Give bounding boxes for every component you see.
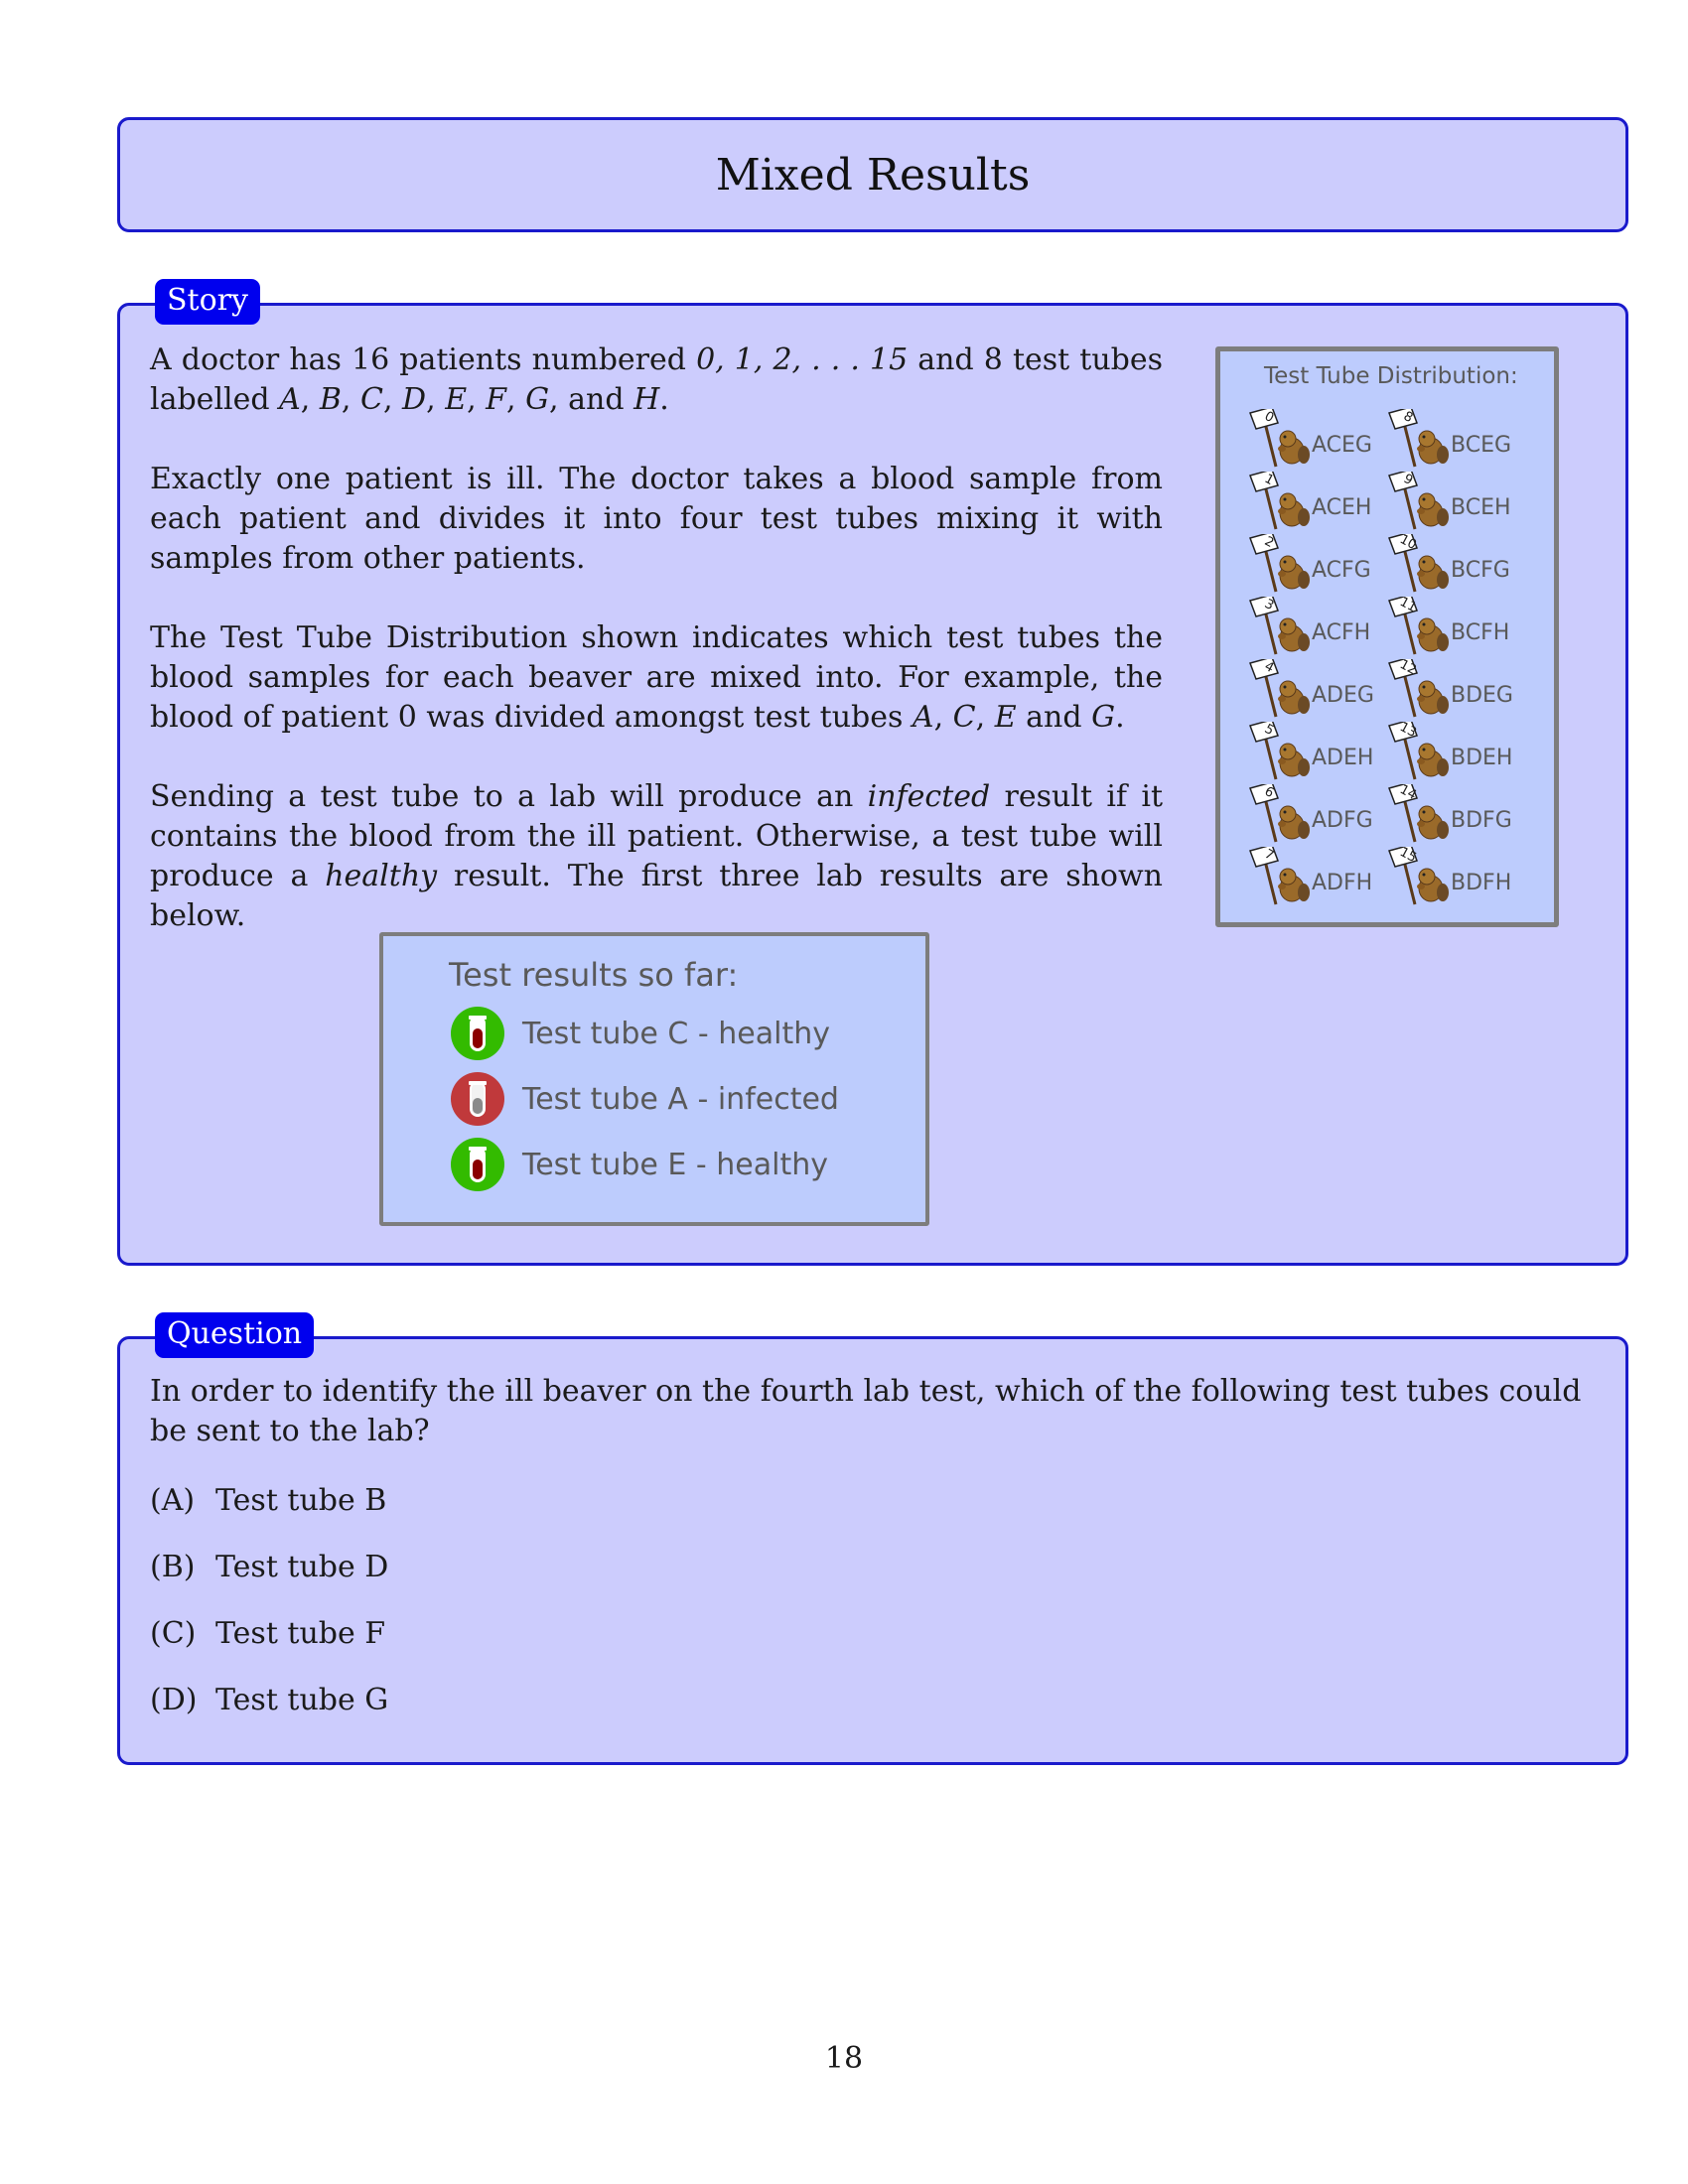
patient-tubes: ACFH — [1312, 620, 1371, 645]
test-result-label: Test tube A - infected — [522, 1082, 839, 1117]
test-results-panel: Test results so far: Test tube C - healt… — [379, 932, 929, 1226]
patient-tubes: BDFG — [1451, 808, 1512, 833]
patient-tubes: BCFH — [1451, 620, 1510, 645]
patient-entry: 11 BCFH — [1387, 595, 1536, 660]
answer-option[interactable]: (D) Test tube G — [150, 1683, 388, 1717]
story-paragraph-3: The Test Tube Distribution shown indicat… — [150, 620, 1163, 735]
page-number: 18 — [824, 2041, 864, 2076]
question-text: In order to identify the ill beaver on t… — [150, 1374, 1582, 1448]
story-paragraph-1: A doctor has 16 patients numbered 0, 1, … — [150, 342, 1164, 417]
test-result-row: Test tube A - infected — [451, 1072, 908, 1126]
patient-tubes: ACFG — [1312, 558, 1371, 583]
patient-tubes: BDFH — [1451, 871, 1512, 895]
test-result-label: Test tube C - healthy — [522, 1017, 830, 1051]
patient-tubes: BCFG — [1451, 558, 1510, 583]
patient-entry: 1 ACEH — [1248, 472, 1397, 535]
patient-entry: 0 ACEG — [1248, 409, 1397, 473]
patient-tubes: ACEG — [1312, 433, 1372, 458]
patient-entry: 8 BCEG — [1387, 409, 1536, 473]
test-tube-distribution-panel: Test Tube Distribution: 0 ACEG 1 ACEH 2 ACFG 3… — [1215, 346, 1559, 927]
patient-entry: 4 ADEG — [1248, 659, 1397, 723]
answer-option-letter: (B) — [150, 1550, 196, 1584]
answer-option-letter: (D) — [150, 1683, 198, 1717]
patient-tubes: ADEH — [1312, 746, 1374, 770]
patient-tubes: ACEH — [1312, 495, 1372, 520]
patient-tubes: BCEH — [1451, 495, 1511, 520]
answer-option[interactable]: (A) Test tube B — [150, 1483, 386, 1518]
patient-entry: 13 BDEH — [1387, 720, 1536, 785]
story-paragraph-2: Exactly one patient is ill. The doctor t… — [150, 462, 1163, 576]
answer-option-letter: (C) — [150, 1616, 197, 1651]
answer-option-text: Test tube F — [215, 1616, 386, 1651]
patient-entry: 9 BCEH — [1387, 472, 1536, 535]
answer-option-text: Test tube B — [215, 1483, 387, 1518]
patient-entry: 3 ACFH — [1248, 597, 1397, 660]
patient-entry: 5 ADEH — [1248, 722, 1397, 785]
story-box: A doctor has 16 patients numbered 0, 1, … — [117, 303, 1628, 1266]
patient-tubes: BCEG — [1451, 433, 1512, 458]
question-tag: Question — [155, 1312, 315, 1358]
test-tube-status-icon — [451, 1007, 504, 1060]
answer-option-text: Test tube G — [215, 1683, 389, 1717]
test-results-title: Test results so far: — [449, 956, 739, 994]
patient-entry: 7 ADFH — [1248, 847, 1397, 910]
patient-tubes: ADFG — [1312, 808, 1373, 833]
patient-tubes: BDEG — [1451, 683, 1513, 708]
answer-option-text: Test tube D — [215, 1550, 389, 1584]
patient-tubes: BDEH — [1451, 746, 1513, 770]
page-title: Mixed Results — [715, 150, 1031, 201]
story-tag: Story — [155, 279, 260, 325]
test-result-row: Test tube C - healthy — [451, 1007, 908, 1060]
title-box: Mixed Results — [117, 117, 1628, 232]
test-result-row: Test tube E - healthy — [451, 1138, 908, 1191]
story-paragraph-4: Sending a test tube to a lab will produc… — [150, 779, 1163, 933]
answer-option-letter: (A) — [150, 1483, 196, 1518]
answer-option[interactable]: (B) Test tube D — [150, 1550, 388, 1584]
patient-entry: 12 BDEG — [1387, 657, 1536, 723]
question-box: In order to identify the ill beaver on t… — [117, 1336, 1628, 1765]
patient-entry: 6 ADFG — [1248, 784, 1397, 848]
patient-tubes: ADEG — [1312, 683, 1374, 708]
patient-entry: 10 BCFG — [1387, 532, 1536, 598]
test-tube-status-icon — [451, 1138, 504, 1191]
patient-tubes: ADFH — [1312, 871, 1373, 895]
patient-entry: 14 BDFG — [1387, 782, 1536, 848]
test-result-label: Test tube E - healthy — [522, 1148, 828, 1182]
story-text: A doctor has 16 patients numbered 0, 1, … — [150, 341, 1163, 936]
patient-entry: 15 BDFH — [1387, 845, 1536, 910]
distribution-title: Test Tube Distribution: — [1264, 363, 1518, 389]
answer-option[interactable]: (C) Test tube F — [150, 1616, 385, 1651]
patient-entry: 2 ACFG — [1248, 534, 1397, 598]
test-tube-status-icon — [451, 1072, 504, 1126]
